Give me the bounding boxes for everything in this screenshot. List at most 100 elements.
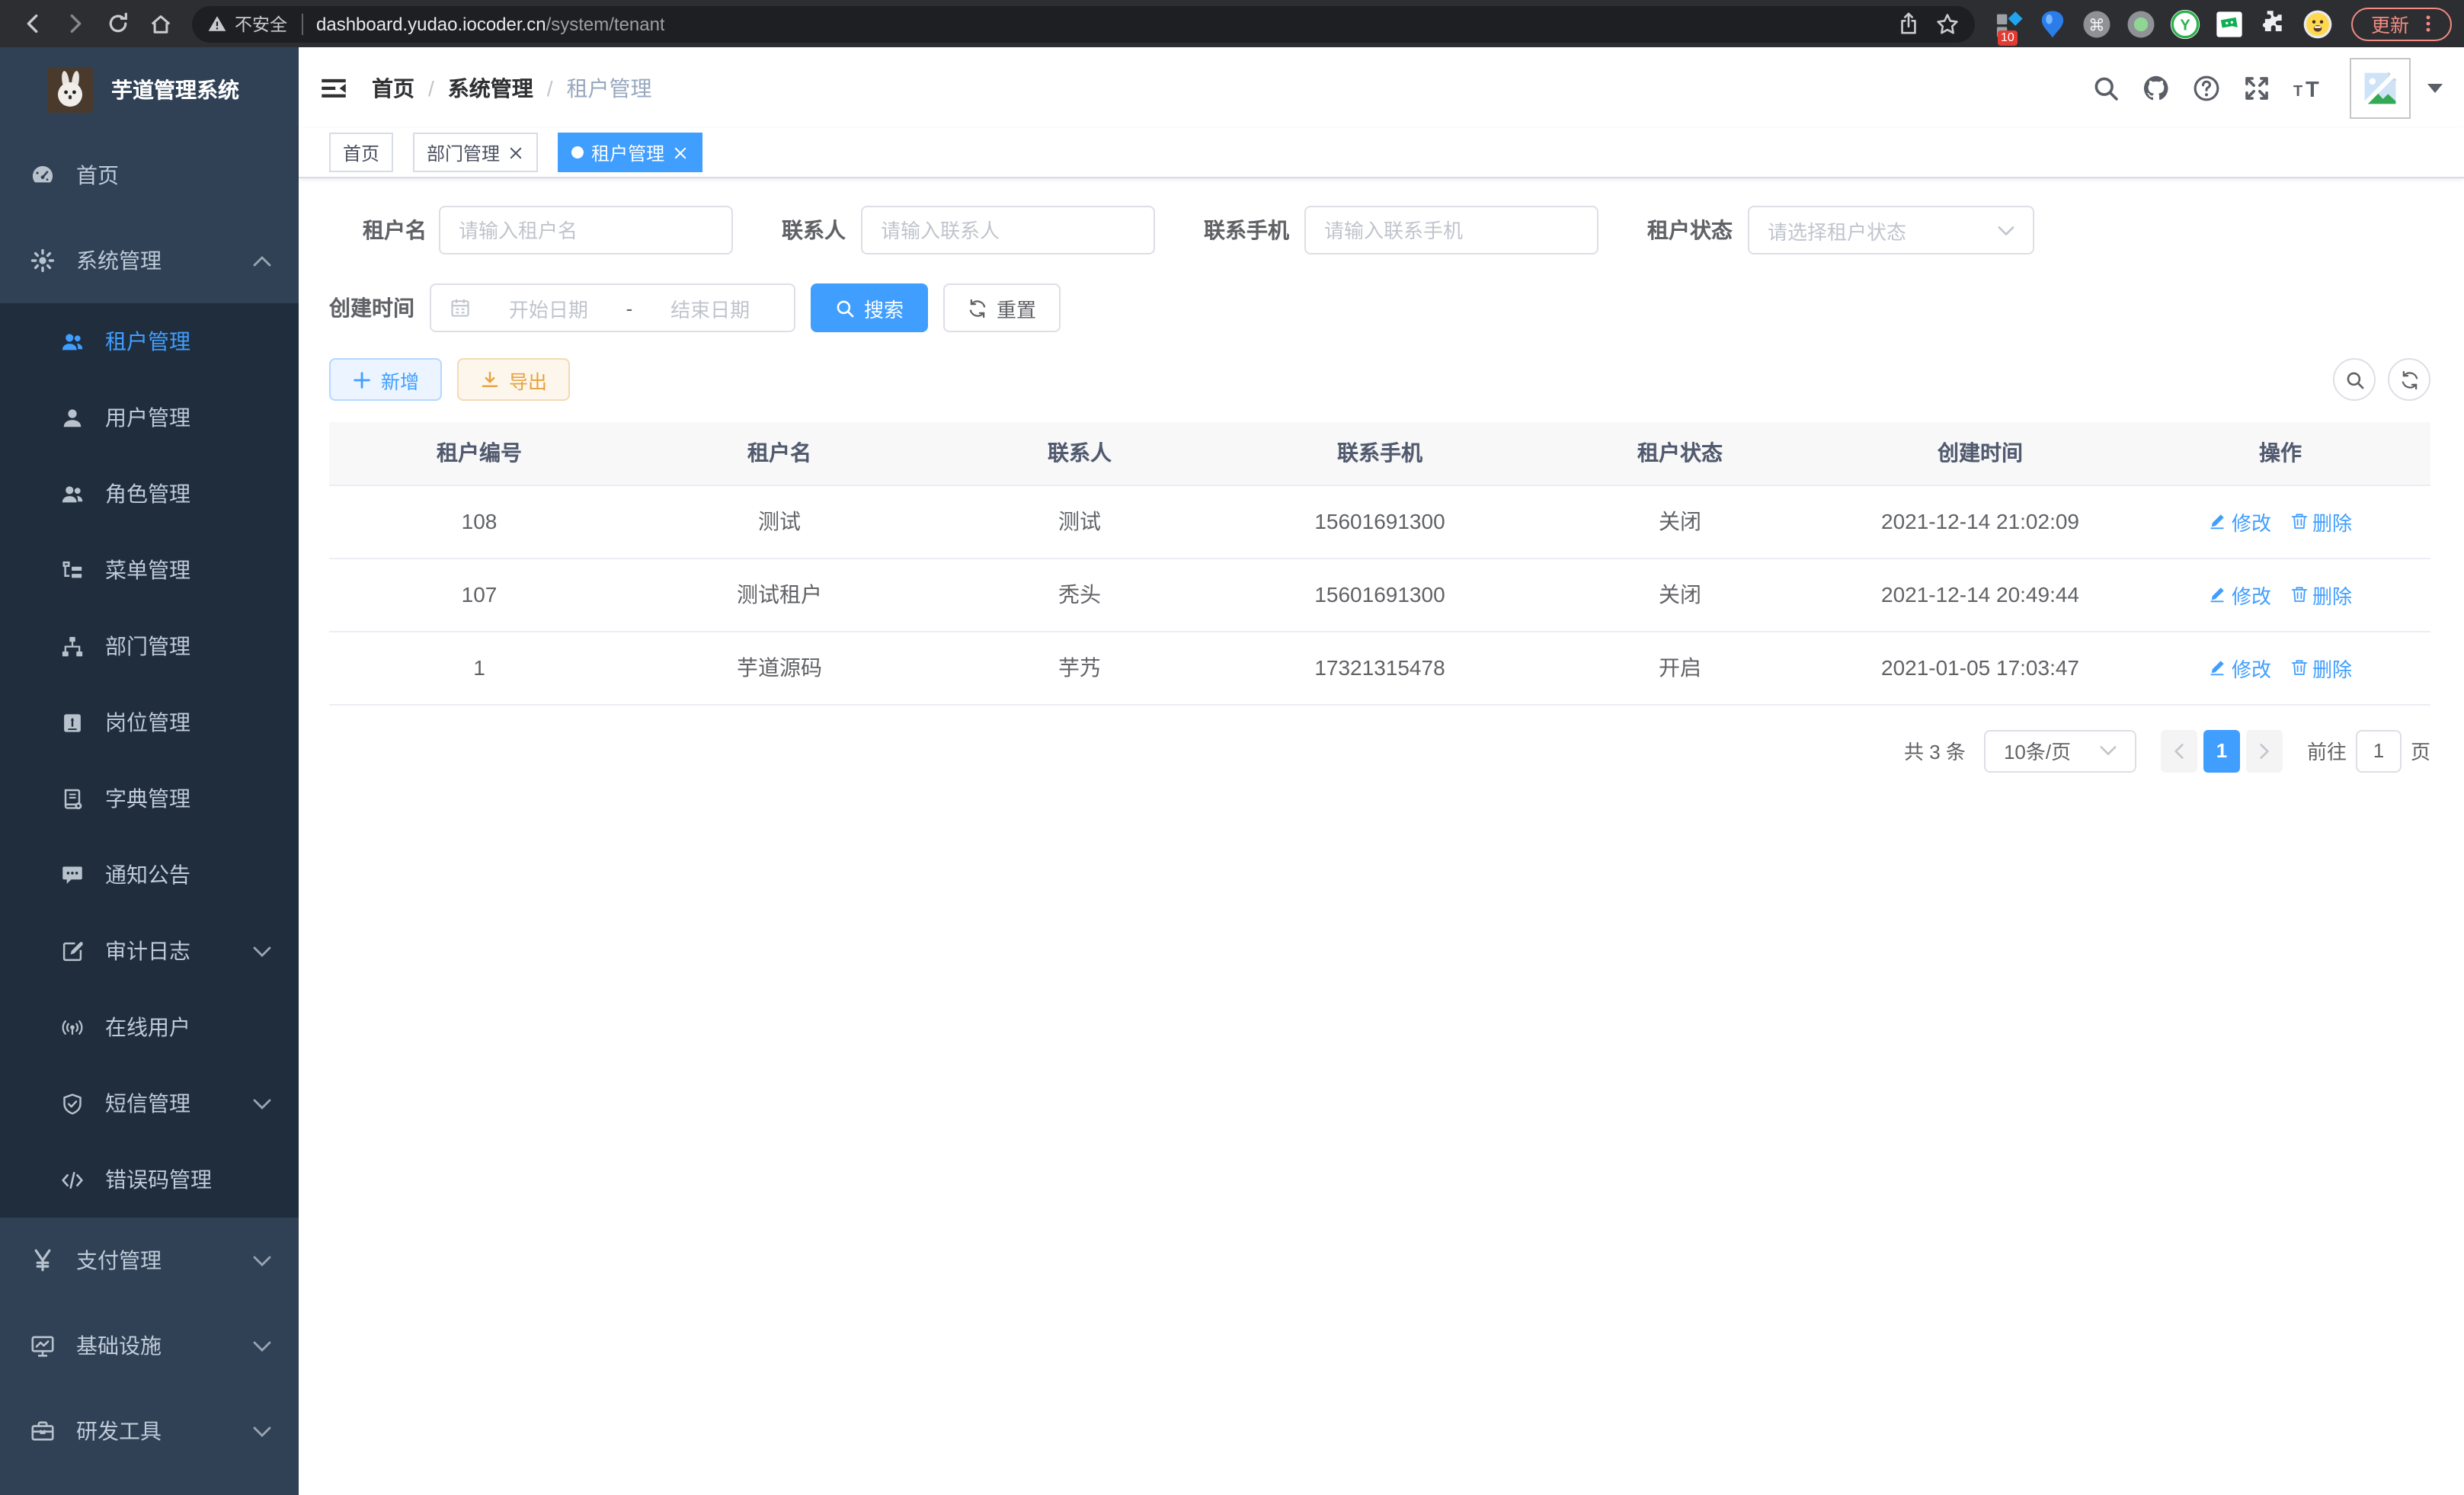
browser-forward-button[interactable] bbox=[55, 4, 94, 43]
address-bar[interactable]: 不安全 dashboard.yudao.iocoder.cn/system/te… bbox=[192, 5, 1975, 42]
sidebar-item-post[interactable]: 岗位管理 bbox=[0, 684, 299, 760]
browser-home-button[interactable] bbox=[140, 4, 180, 43]
browser-back-button[interactable] bbox=[12, 4, 52, 43]
sidebar-item-label: 错误码管理 bbox=[105, 1164, 212, 1195]
extension-command[interactable]: ⌘ bbox=[2082, 8, 2112, 39]
extension-recorder[interactable] bbox=[2126, 8, 2156, 39]
sidebar-item-tenant[interactable]: 租户管理 bbox=[0, 303, 299, 379]
edit-link[interactable]: 修改 bbox=[2209, 653, 2271, 682]
create-time-label: 创建时间 bbox=[329, 293, 414, 323]
sidebar-item-error-code[interactable]: 错误码管理 bbox=[0, 1141, 299, 1218]
chat-ext-icon bbox=[2214, 8, 2245, 39]
mobile-label: 联系手机 bbox=[1204, 215, 1289, 245]
chevron-down-icon bbox=[253, 1426, 271, 1436]
edit-link[interactable]: 修改 bbox=[2209, 507, 2271, 536]
extension-puzzle[interactable] bbox=[2258, 8, 2289, 39]
cell-status: 关闭 bbox=[1530, 558, 1830, 631]
sidebar-item-dept[interactable]: 部门管理 bbox=[0, 608, 299, 684]
end-date-placeholder: 结束日期 bbox=[645, 293, 776, 322]
page-size-select[interactable]: 10条/页 bbox=[1984, 729, 2136, 772]
goto-label: 前往 bbox=[2307, 736, 2347, 765]
edit-label: 修改 bbox=[2232, 653, 2271, 682]
delete-link[interactable]: 删除 bbox=[2290, 507, 2352, 536]
sidebar-item-label: 字典管理 bbox=[105, 783, 190, 814]
extension-balloon[interactable] bbox=[2037, 8, 2068, 39]
toggle-search-button[interactable] bbox=[2333, 358, 2376, 401]
security-chip[interactable]: 不安全 bbox=[207, 11, 287, 36]
contact-input[interactable] bbox=[881, 219, 1135, 242]
edit-label: 修改 bbox=[2232, 580, 2271, 609]
extension-docs[interactable] bbox=[2214, 8, 2245, 39]
sidebar-item-notice[interactable]: 通知公告 bbox=[0, 837, 299, 913]
home-icon bbox=[149, 12, 171, 35]
breadcrumb-item-1[interactable]: 首页 bbox=[372, 72, 414, 103]
reload-icon bbox=[106, 12, 129, 35]
logo-row[interactable]: 芋道管理系统 bbox=[0, 47, 299, 133]
browser-reload-button[interactable] bbox=[98, 4, 137, 43]
cell-created: 2021-12-14 20:49:44 bbox=[1830, 558, 2130, 631]
page-number-1[interactable]: 1 bbox=[2203, 729, 2240, 772]
kebab-menu-icon[interactable] bbox=[2418, 14, 2438, 34]
sidebar-item-infra[interactable]: 基础设施 bbox=[0, 1303, 299, 1388]
dictionary-icon bbox=[61, 787, 84, 810]
mobile-input[interactable] bbox=[1324, 219, 1579, 242]
github-icon[interactable] bbox=[2142, 74, 2170, 101]
sidebar-item-audit-log[interactable]: 审计日志 bbox=[0, 913, 299, 989]
sidebar-item-dev-tool[interactable]: 研发工具 bbox=[0, 1388, 299, 1474]
extension-yudao[interactable]: Y bbox=[2170, 8, 2200, 39]
sidebar-item-label: 研发工具 bbox=[76, 1416, 162, 1446]
add-button[interactable]: 新增 bbox=[329, 358, 442, 401]
fullscreen-icon[interactable] bbox=[2243, 74, 2270, 101]
tab-home[interactable]: 首页 bbox=[329, 133, 393, 172]
extension-profile[interactable] bbox=[2302, 8, 2333, 39]
delete-link[interactable]: 删除 bbox=[2290, 653, 2352, 682]
column-header-5: 租户状态 bbox=[1530, 422, 1830, 485]
sidebar-item-label: 菜单管理 bbox=[105, 555, 190, 585]
trash-icon bbox=[2290, 658, 2308, 677]
font-size-icon[interactable]: TT bbox=[2293, 74, 2327, 101]
reset-button[interactable]: 重置 bbox=[943, 283, 1061, 332]
sidebar-item-pay[interactable]: 支付管理 bbox=[0, 1218, 299, 1303]
edit-link[interactable]: 修改 bbox=[2209, 580, 2271, 609]
tenant-name-input[interactable] bbox=[459, 219, 713, 242]
user-menu-caret-icon[interactable] bbox=[2427, 83, 2443, 92]
sidebar-item-online-user[interactable]: 在线用户 bbox=[0, 989, 299, 1065]
sidebar-item-system[interactable]: 系统管理 bbox=[0, 218, 299, 303]
avatar[interactable] bbox=[2350, 57, 2411, 118]
bookmark-star-icon[interactable] bbox=[1935, 11, 1960, 36]
extension-ext-grid[interactable]: 10 bbox=[1993, 8, 2024, 39]
cell-mobile: 15601691300 bbox=[1230, 485, 1530, 558]
share-icon[interactable] bbox=[1897, 12, 1920, 35]
sidebar-item-menu[interactable]: 菜单管理 bbox=[0, 532, 299, 608]
sidebar-item-sms[interactable]: 短信管理 bbox=[0, 1065, 299, 1141]
sidebar-item-home[interactable]: 首页 bbox=[0, 133, 299, 218]
prev-page-button[interactable] bbox=[2161, 729, 2197, 772]
collapse-sidebar-icon[interactable] bbox=[320, 74, 347, 101]
close-icon[interactable] bbox=[507, 144, 524, 161]
tab-tenant[interactable]: 租户管理 bbox=[558, 133, 702, 172]
tab-dept[interactable]: 部门管理 bbox=[413, 133, 538, 172]
update-label: 更新 bbox=[2371, 9, 2409, 38]
export-button[interactable]: 导出 bbox=[457, 358, 570, 401]
sidebar-item-dict[interactable]: 字典管理 bbox=[0, 760, 299, 837]
refresh-table-button[interactable] bbox=[2388, 358, 2430, 401]
breadcrumb-item-2[interactable]: 系统管理 bbox=[448, 72, 533, 103]
sidebar-item-label: 在线用户 bbox=[105, 1012, 190, 1042]
close-icon[interactable] bbox=[672, 144, 689, 161]
search-icon[interactable] bbox=[2092, 74, 2120, 101]
search-button[interactable]: 搜索 bbox=[811, 283, 928, 332]
create-time-range-picker[interactable]: 开始日期 - 结束日期 bbox=[430, 283, 795, 332]
goto-page-input[interactable] bbox=[2356, 729, 2402, 772]
sidebar-item-label: 通知公告 bbox=[105, 860, 190, 890]
browser-toolbar: 不安全 dashboard.yudao.iocoder.cn/system/te… bbox=[0, 0, 2464, 47]
status-select[interactable]: 请选择租户状态 bbox=[1748, 206, 2034, 255]
user-icon bbox=[61, 406, 84, 429]
sidebar-item-role[interactable]: 角色管理 bbox=[0, 456, 299, 532]
next-page-button[interactable] bbox=[2246, 729, 2283, 772]
sidebar-item-user[interactable]: 用户管理 bbox=[0, 379, 299, 456]
cell-name: 芋道源码 bbox=[629, 631, 930, 704]
browser-update-button[interactable]: 更新 bbox=[2351, 7, 2452, 40]
delete-link[interactable]: 删除 bbox=[2290, 580, 2352, 609]
help-icon[interactable] bbox=[2193, 74, 2220, 101]
active-dot bbox=[571, 146, 584, 158]
